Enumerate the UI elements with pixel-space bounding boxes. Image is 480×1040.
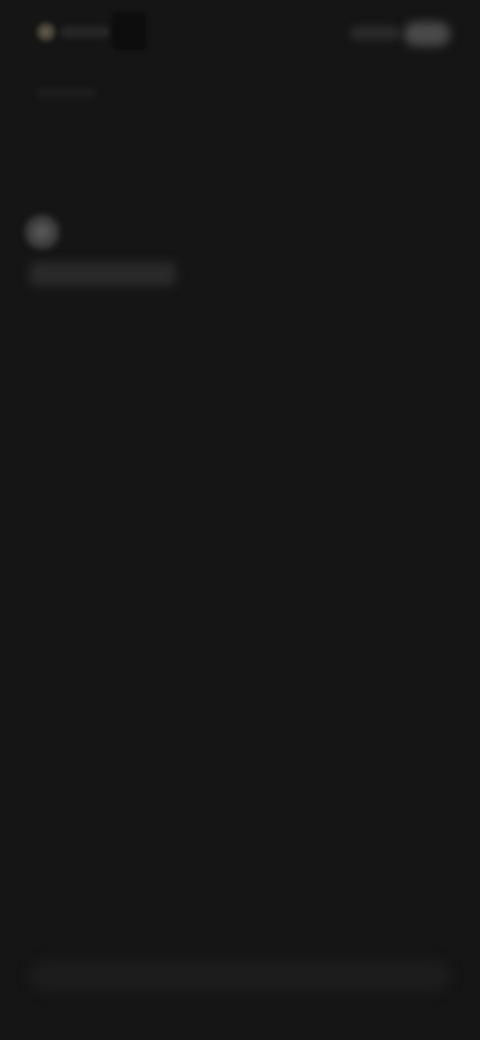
blurred-thumbnail [112,12,146,50]
avatar-icon[interactable] [24,214,60,250]
top-header [0,8,480,52]
app-logo-icon[interactable] [36,22,56,42]
bottom-input-bar[interactable] [30,962,450,990]
app-logo-wordmark [60,26,110,38]
profile-name-placeholder [30,262,176,286]
header-action-button[interactable] [404,22,450,46]
header-right-label [350,26,400,40]
sub-header-label [36,88,96,98]
app-screen [0,0,480,1040]
